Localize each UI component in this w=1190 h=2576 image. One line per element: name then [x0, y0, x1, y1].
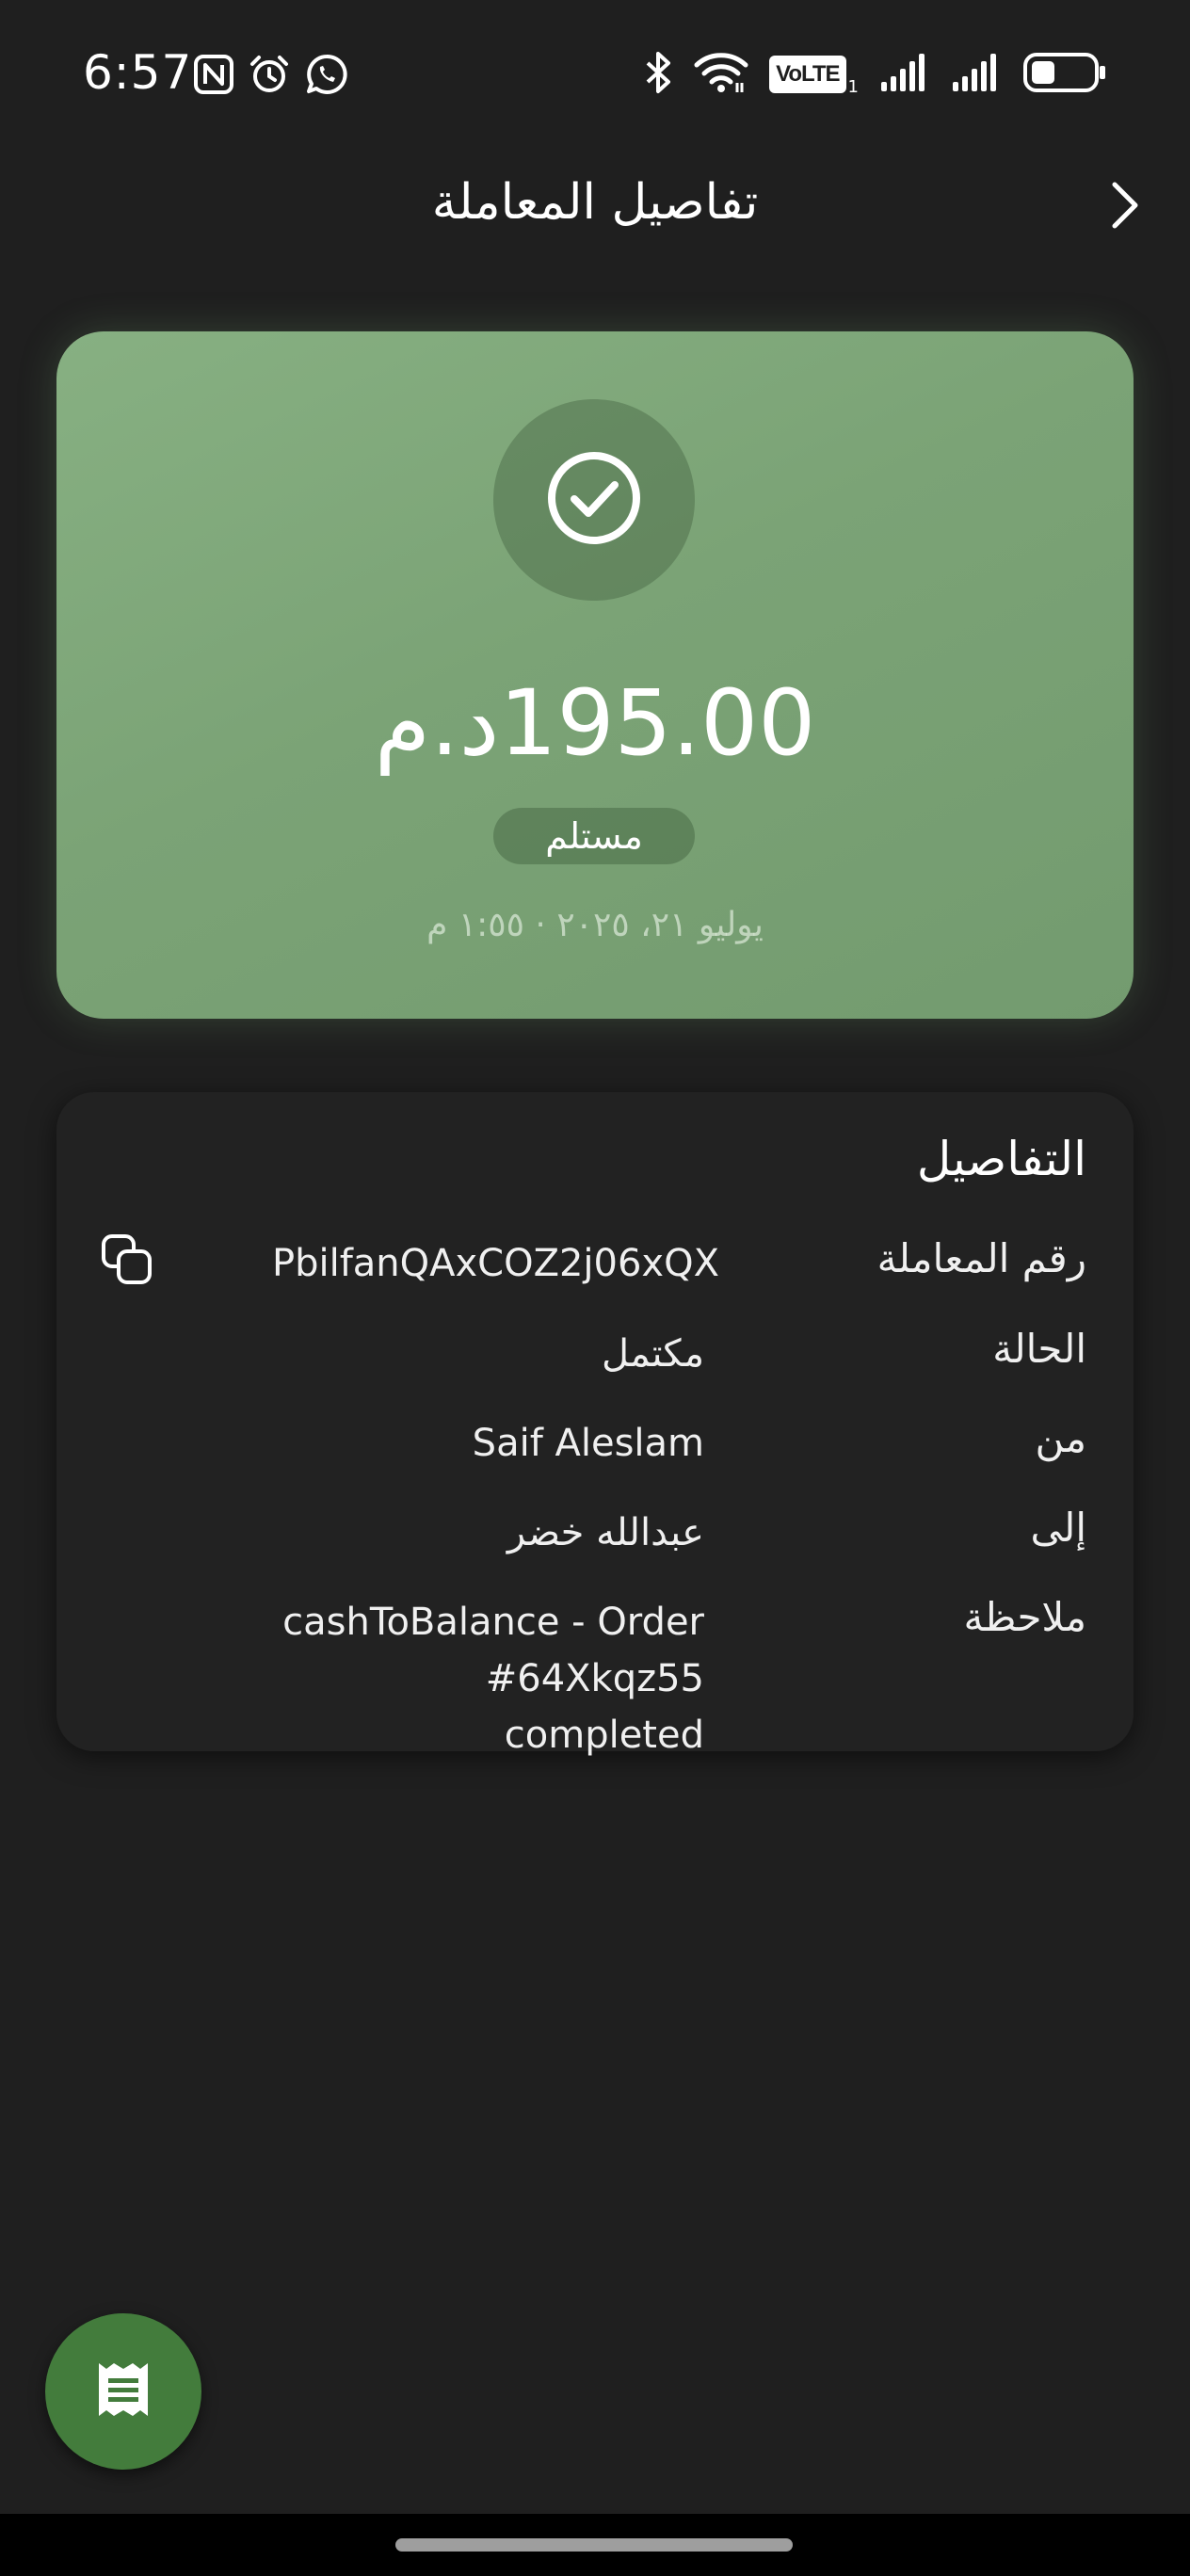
details-card: التفاصيل رقم المعاملة PbilfanQAxCOZ2j06x…	[56, 1092, 1134, 1757]
receipt-button[interactable]	[45, 2313, 201, 2470]
note-value: cashToBalance - Order #64Xkqz55 complete…	[56, 1594, 704, 1763]
volte-label: VoLTE	[769, 56, 846, 93]
whatsapp-icon	[304, 52, 349, 101]
transaction-id-label: رقم المعاملة	[876, 1235, 1086, 1281]
bluetooth-icon	[643, 51, 673, 98]
to-label: إلى	[1030, 1505, 1086, 1551]
alarm-icon	[248, 53, 291, 100]
from-value: Saif Aleslam	[472, 1422, 704, 1465]
copy-button[interactable]	[99, 1233, 155, 1290]
page-title: تفاصيل المعاملة	[431, 174, 759, 231]
from-label: من	[1035, 1415, 1086, 1461]
note-value-line1: cashToBalance - Order #64Xkqz55	[282, 1601, 704, 1700]
status-value: مكتمل	[601, 1332, 704, 1376]
battery-icon	[1022, 51, 1107, 98]
status-bar: 6:57 VoLTE 1	[0, 0, 1190, 141]
status-right-icons: VoLTE 1	[643, 51, 1107, 98]
transaction-summary-card: 195.00د.م مستلم يوليو ٢١، ٢٠٢٥ · ١:٥٥ م	[56, 331, 1134, 1019]
transaction-amount: 195.00د.م	[374, 670, 818, 776]
transaction-datetime: يوليو ٢١، ٢٠٢٥ · ١:٥٥ م	[426, 906, 764, 944]
note-label: ملاحظة	[963, 1594, 1087, 1640]
status-time: 6:57	[83, 45, 193, 100]
receipt-icon	[95, 2359, 152, 2423]
chevron-right-icon	[1109, 179, 1141, 235]
check-circle-icon	[545, 449, 643, 551]
nfc-icon	[193, 54, 234, 99]
to-value: عبدالله خضر	[507, 1511, 704, 1554]
copy-icon	[100, 1232, 154, 1291]
back-button[interactable]	[1102, 179, 1149, 235]
status-label: الحالة	[992, 1326, 1086, 1372]
signal-icon	[951, 52, 1002, 97]
signal-icon	[879, 52, 930, 97]
volte-icon: VoLTE 1	[769, 56, 859, 97]
volte-sub: 1	[847, 77, 859, 97]
status-badge: مستلم	[493, 808, 695, 864]
success-badge	[493, 399, 695, 601]
home-indicator[interactable]	[395, 2538, 793, 2552]
details-heading: التفاصيل	[916, 1132, 1086, 1186]
note-value-line2: completed	[504, 1714, 704, 1757]
status-left-icons	[193, 52, 349, 101]
wifi-icon	[694, 51, 748, 98]
transaction-id-value: PbilfanQAxCOZ2j06xQX	[271, 1242, 719, 1285]
